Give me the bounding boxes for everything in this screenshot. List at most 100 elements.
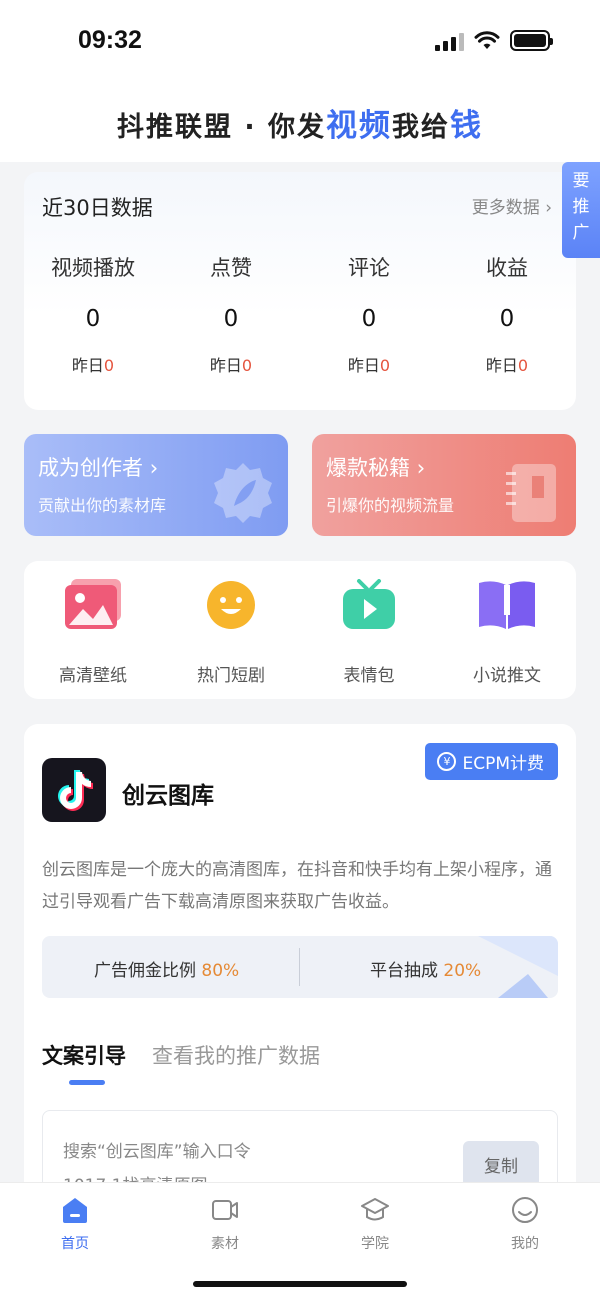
app-header: 抖推联盟 · 你发视频我给钱 xyxy=(0,80,600,162)
app-name: 创云图库 xyxy=(122,783,214,809)
notebook-icon xyxy=(506,464,556,522)
banner-title: 爆款秘籍 › xyxy=(326,452,425,482)
slogan-part2: 我给 xyxy=(392,112,451,143)
tab-academy[interactable]: 学院 xyxy=(300,1195,450,1253)
status-time: 09:32 xyxy=(78,26,142,54)
become-creator-banner[interactable]: 成为创作者 › 贡献出你的素材库 xyxy=(24,434,288,536)
smiley-icon xyxy=(207,581,255,629)
creator-title: 成为创作者 xyxy=(38,456,143,480)
category-label: 小说推文 xyxy=(473,666,541,686)
home-indicator xyxy=(193,1281,407,1287)
more-data-link[interactable]: 更多数据 › xyxy=(472,193,552,218)
tab-home[interactable]: 首页 xyxy=(0,1195,150,1253)
decorative-shape xyxy=(478,936,558,998)
category-stickers[interactable]: 表情包 xyxy=(300,579,438,686)
tab-label: 我的 xyxy=(511,1236,539,1252)
category-label: 热门短剧 xyxy=(197,666,265,686)
hot-title: 爆款秘籍 xyxy=(326,456,410,480)
stat-yesterday: 昨日0 xyxy=(24,352,162,376)
status-icons xyxy=(435,30,553,51)
tab-my-promo-data[interactable]: 查看我的推广数据 xyxy=(152,1040,320,1070)
stat-label: 评论 xyxy=(348,256,390,280)
copy-text-line: 搜索“创云图库”输入口令 xyxy=(63,1142,251,1162)
platform-label: 平台抽成 xyxy=(370,961,438,981)
category-label: 表情包 xyxy=(343,666,395,686)
commission-value: 80% xyxy=(201,961,240,981)
platform-value: 20% xyxy=(443,961,482,981)
profile-icon xyxy=(512,1197,538,1223)
category-wallpaper[interactable]: 高清壁纸 xyxy=(24,579,162,686)
category-card: 高清壁纸 热门短剧 表情包 小说推文 xyxy=(24,561,576,699)
copy-button[interactable]: 复制 xyxy=(463,1141,539,1187)
wallpaper-icon xyxy=(65,579,121,629)
home-icon xyxy=(63,1198,87,1223)
ecpm-label: ECPM计费 xyxy=(462,754,544,774)
stat-value: 0 xyxy=(499,306,515,332)
more-data-label: 更多数据 xyxy=(471,198,540,218)
tab-materials[interactable]: 素材 xyxy=(150,1195,300,1253)
stat-likes: 点赞 0 昨日0 xyxy=(162,252,300,376)
app-root: 09:32 抖推联盟 · 你发视频我给钱 近30日数据 更多数据 › 视频播放 … xyxy=(0,0,600,1300)
category-list: 高清壁纸 热门短剧 表情包 小说推文 xyxy=(24,561,576,686)
stats-grid: 视频播放 0 昨日0 点赞 0 昨日0 评论 0 昨日0 收益 0 昨日0 xyxy=(24,252,576,376)
content-tabs: 文案引导 查看我的推广数据 xyxy=(42,1040,320,1070)
tab-copy-guide[interactable]: 文案引导 xyxy=(42,1040,126,1070)
book-icon xyxy=(479,581,535,629)
tiktok-logo-icon xyxy=(58,770,93,811)
commission-rate-bar: 广告佣金比例 80% 平台抽成 20% xyxy=(42,936,558,998)
page-title: 抖推联盟 · 你发视频我给钱 xyxy=(0,100,600,145)
promote-side-tab[interactable]: 要 推 广 xyxy=(562,162,600,258)
banner-title: 成为创作者 › xyxy=(38,452,158,482)
tab-profile[interactable]: 我的 xyxy=(450,1195,600,1253)
slogan-part1: 抖推联盟 · 你发 xyxy=(116,112,327,143)
category-novel[interactable]: 小说推文 xyxy=(438,579,576,686)
yesterday-value: 0 xyxy=(517,356,529,375)
category-label: 高清壁纸 xyxy=(59,666,127,686)
yen-icon: ¥ xyxy=(437,752,457,771)
yesterday-label: 昨日 xyxy=(71,356,104,375)
yesterday-value: 0 xyxy=(241,356,253,375)
video-icon xyxy=(212,1200,238,1220)
status-bar: 09:32 xyxy=(0,0,600,80)
yesterday-label: 昨日 xyxy=(485,356,518,375)
battery-icon xyxy=(510,30,553,51)
yesterday-value: 0 xyxy=(379,356,391,375)
slogan-highlight-video: 视频 xyxy=(326,108,393,144)
yesterday-label: 昨日 xyxy=(209,356,242,375)
stat-yesterday: 昨日0 xyxy=(438,352,576,376)
hot-tips-banner[interactable]: 爆款秘籍 › 引爆你的视频流量 xyxy=(312,434,576,536)
stat-label: 视频播放 xyxy=(51,256,135,280)
stat-value: 0 xyxy=(85,306,101,332)
stat-revenue: 收益 0 昨日0 xyxy=(438,252,576,376)
tab-label: 素材 xyxy=(211,1236,239,1252)
stat-value: 0 xyxy=(223,306,239,332)
commission-rate: 广告佣金比例 80% xyxy=(94,956,239,981)
wifi-icon xyxy=(474,30,500,49)
promote-tab-char: 要 xyxy=(572,171,590,191)
bottom-tab-bar: 首页 素材 学院 我的 xyxy=(0,1182,600,1300)
stat-yesterday: 昨日0 xyxy=(300,352,438,376)
chevron-right-icon: › xyxy=(149,456,159,480)
tab-label: 学院 xyxy=(361,1236,389,1252)
app-logo xyxy=(42,758,106,822)
cellular-signal-icon xyxy=(435,31,464,51)
active-tab-indicator xyxy=(69,1080,105,1085)
creator-subtitle: 贡献出你的素材库 xyxy=(38,496,167,515)
chevron-right-icon: › xyxy=(416,456,426,480)
stats-card: 近30日数据 更多数据 › 视频播放 0 昨日0 点赞 0 昨日0 评论 0 昨… xyxy=(24,172,576,410)
stat-yesterday: 昨日0 xyxy=(162,352,300,376)
chevron-right-icon: › xyxy=(545,198,552,218)
promote-tab-char: 推 xyxy=(572,197,590,217)
tab-bar-items: 首页 素材 学院 我的 xyxy=(0,1183,600,1253)
category-short-drama[interactable]: 热门短剧 xyxy=(162,579,300,686)
promote-tab-char: 广 xyxy=(572,223,590,243)
stat-comments: 评论 0 昨日0 xyxy=(300,252,438,376)
commission-label: 广告佣金比例 xyxy=(94,961,196,981)
slogan-highlight-money: 钱 xyxy=(450,108,484,144)
graduation-cap-icon xyxy=(361,1198,389,1221)
divider xyxy=(299,948,300,986)
tv-play-icon xyxy=(343,579,395,629)
hot-subtitle: 引爆你的视频流量 xyxy=(326,496,455,515)
app-description: 创云图库是一个庞大的高清图库，在抖音和快手均有上架小程序，通过引导观看广告下载高… xyxy=(42,860,552,912)
stat-label: 点赞 xyxy=(210,256,252,280)
